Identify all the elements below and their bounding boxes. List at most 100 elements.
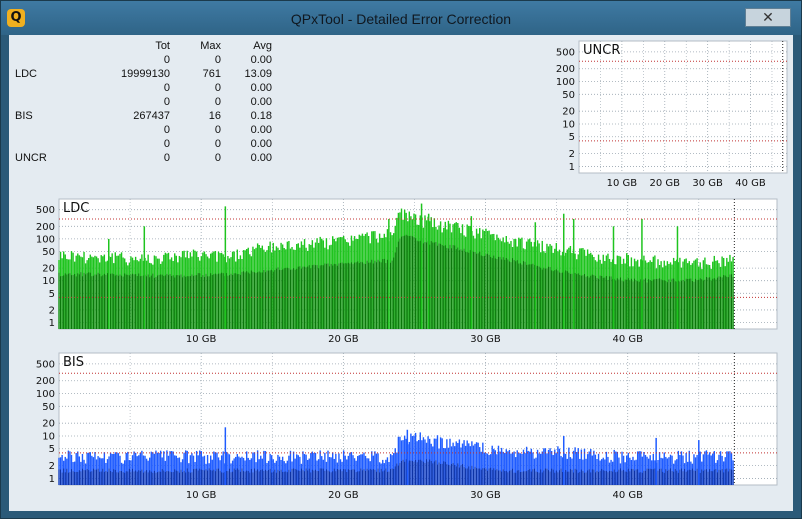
stats-row: 0 0 0.00 bbox=[15, 95, 272, 109]
stats-row: 0 0 0.00 bbox=[15, 81, 272, 95]
stats-tot: 0 bbox=[163, 54, 170, 66]
y-tick-label: 10 bbox=[42, 276, 55, 287]
stats-row: UNCR 0 0 0.00 bbox=[15, 151, 272, 165]
x-tick-label: 40 GB bbox=[612, 490, 643, 501]
stats-row: 0 0 0.00 bbox=[15, 137, 272, 151]
chart-title: BIS bbox=[63, 355, 84, 370]
y-tick-label: 10 bbox=[562, 119, 575, 130]
stats-header-tot: Tot bbox=[155, 40, 170, 52]
stats-max: 0 bbox=[214, 96, 221, 108]
y-tick-label: 5 bbox=[49, 289, 55, 300]
stats-max: 0 bbox=[214, 138, 221, 150]
stats-max: 0 bbox=[214, 124, 221, 136]
stats-label bbox=[15, 137, 75, 151]
y-tick-label: 200 bbox=[556, 64, 575, 75]
x-tick-label: 30 GB bbox=[470, 490, 501, 501]
y-tick-label: 1 bbox=[49, 318, 55, 329]
uncr-chart: 500 200 100 50 20 10 5 2 1 10 GB 20 GB 30 GB 40 GB UN… bbox=[539, 37, 791, 197]
y-tick-label: 20 bbox=[562, 107, 575, 118]
stats-avg: 0.00 bbox=[250, 82, 272, 94]
stats-label: LDC bbox=[15, 68, 38, 80]
stats-max: 16 bbox=[208, 110, 221, 122]
x-tick-label: 10 GB bbox=[186, 334, 217, 345]
y-tick-label: 200 bbox=[36, 222, 55, 233]
stats-max: 761 bbox=[202, 68, 221, 80]
close-button[interactable]: ✕ bbox=[745, 8, 791, 27]
stats-max: 0 bbox=[214, 152, 221, 164]
stats-row: 0 0 0.00 bbox=[15, 53, 272, 67]
x-tick-label: 30 GB bbox=[692, 178, 723, 189]
stats-row: 0 0 0.00 bbox=[15, 123, 272, 137]
stats-header-avg: Avg bbox=[253, 40, 272, 52]
y-tick-label: 1 bbox=[49, 474, 55, 485]
y-tick-label: 500 bbox=[36, 359, 55, 370]
stats-label bbox=[15, 95, 75, 109]
y-tick-label: 100 bbox=[556, 77, 575, 88]
y-tick-label: 5 bbox=[569, 132, 575, 143]
stats-avg: 0.18 bbox=[250, 110, 272, 122]
client-area: Tot Max Avg 0 0 0.00 LDC 19999130 761 13.09 0… bbox=[9, 35, 793, 511]
stats-label bbox=[15, 123, 75, 137]
ldc-chart: 500 200 100 50 20 10 5 2 1 10 GB 20 GB 30 GB 40 GB LD… bbox=[19, 195, 784, 347]
app-window: Q QPxTool - Detailed Error Correction ✕ … bbox=[0, 0, 802, 519]
plot-area bbox=[578, 40, 788, 174]
stats-header-label bbox=[15, 39, 75, 53]
stats-label bbox=[15, 53, 75, 67]
y-tick-label: 20 bbox=[42, 264, 55, 275]
y-tick-label: 50 bbox=[562, 90, 575, 101]
stats-tot: 267437 bbox=[133, 110, 170, 122]
stats-tot: 19999130 bbox=[121, 68, 170, 80]
stats-avg: 0.00 bbox=[250, 124, 272, 136]
bis-chart-svg: 500 200 100 50 2010 5 2 1 10 GB 20 GB 30 GB 40 GB BI… bbox=[36, 352, 778, 501]
x-tick-label: 40 GB bbox=[735, 178, 766, 189]
x-tick-label: 20 GB bbox=[650, 178, 681, 189]
y-tick-label: 100 bbox=[36, 389, 55, 400]
stats-avg: 0.00 bbox=[250, 138, 272, 150]
y-tick-label: 20 bbox=[42, 419, 55, 430]
stats-table: Tot Max Avg 0 0 0.00 LDC 19999130 761 13.09 0… bbox=[15, 39, 272, 165]
bis-chart: 500 200 100 50 20 10 5 2 1 10 GB 20 GB 30 GB 40 GB BI… bbox=[19, 349, 784, 509]
stats-tot: 0 bbox=[163, 124, 170, 136]
stats-row: LDC 19999130 761 13.09 bbox=[15, 67, 272, 81]
x-tick-label: 40 GB bbox=[612, 334, 643, 345]
chart-title: UNCR bbox=[583, 43, 620, 58]
x-tick-label: 30 GB bbox=[470, 334, 501, 345]
y-tick-label: 1 bbox=[569, 162, 575, 173]
x-tick-label: 10 GB bbox=[607, 178, 638, 189]
title-bar[interactable]: Q QPxTool - Detailed Error Correction ✕ bbox=[1, 1, 801, 35]
stats-row: BIS 267437 16 0.18 bbox=[15, 109, 272, 123]
y-tick-label: 500 bbox=[556, 47, 575, 58]
stats-max: 0 bbox=[214, 54, 221, 66]
y-tick-label: 2 bbox=[569, 149, 575, 160]
stats-avg: 0.00 bbox=[250, 54, 272, 66]
window-title: QPxTool - Detailed Error Correction bbox=[290, 11, 512, 27]
chart-title: LDC bbox=[63, 201, 89, 216]
stats-tot: 0 bbox=[163, 82, 170, 94]
y-tick-label: 5 bbox=[49, 444, 55, 455]
x-tick-label: 20 GB bbox=[328, 334, 359, 345]
stats-tot: 0 bbox=[163, 152, 170, 164]
y-tick-label: 2 bbox=[49, 305, 55, 316]
stats-header-max: Max bbox=[200, 40, 221, 52]
y-tick-label: 500 bbox=[36, 205, 55, 216]
stats-tot: 0 bbox=[163, 138, 170, 150]
stats-avg: 0.00 bbox=[250, 152, 272, 164]
x-tick-label: 10 GB bbox=[186, 490, 217, 501]
stats-tot: 0 bbox=[163, 96, 170, 108]
stats-label: BIS bbox=[15, 110, 33, 122]
stats-avg: 13.09 bbox=[244, 68, 272, 80]
x-tick-label: 20 GB bbox=[328, 490, 359, 501]
y-tick-label: 200 bbox=[36, 376, 55, 387]
ldc-chart-svg: 500 200100 50 2010 5 2 1 10 GB 20 GB 30 GB 40 GB LD… bbox=[36, 198, 778, 345]
stats-avg: 0.00 bbox=[250, 96, 272, 108]
stats-label: UNCR bbox=[15, 152, 47, 164]
y-tick-label: 10 bbox=[42, 431, 55, 442]
y-tick-label: 50 bbox=[42, 402, 55, 413]
stats-header-row: Tot Max Avg bbox=[15, 39, 272, 53]
stats-label bbox=[15, 81, 75, 95]
y-tick-label: 2 bbox=[49, 461, 55, 472]
stats-max: 0 bbox=[214, 82, 221, 94]
y-tick-label: 100 bbox=[36, 234, 55, 245]
uncr-chart-svg: 500 200 100 50 2010 5 2 1 10 GB 20 GB 30 GB 40 GB UN… bbox=[556, 40, 788, 189]
y-tick-label: 50 bbox=[42, 247, 55, 258]
